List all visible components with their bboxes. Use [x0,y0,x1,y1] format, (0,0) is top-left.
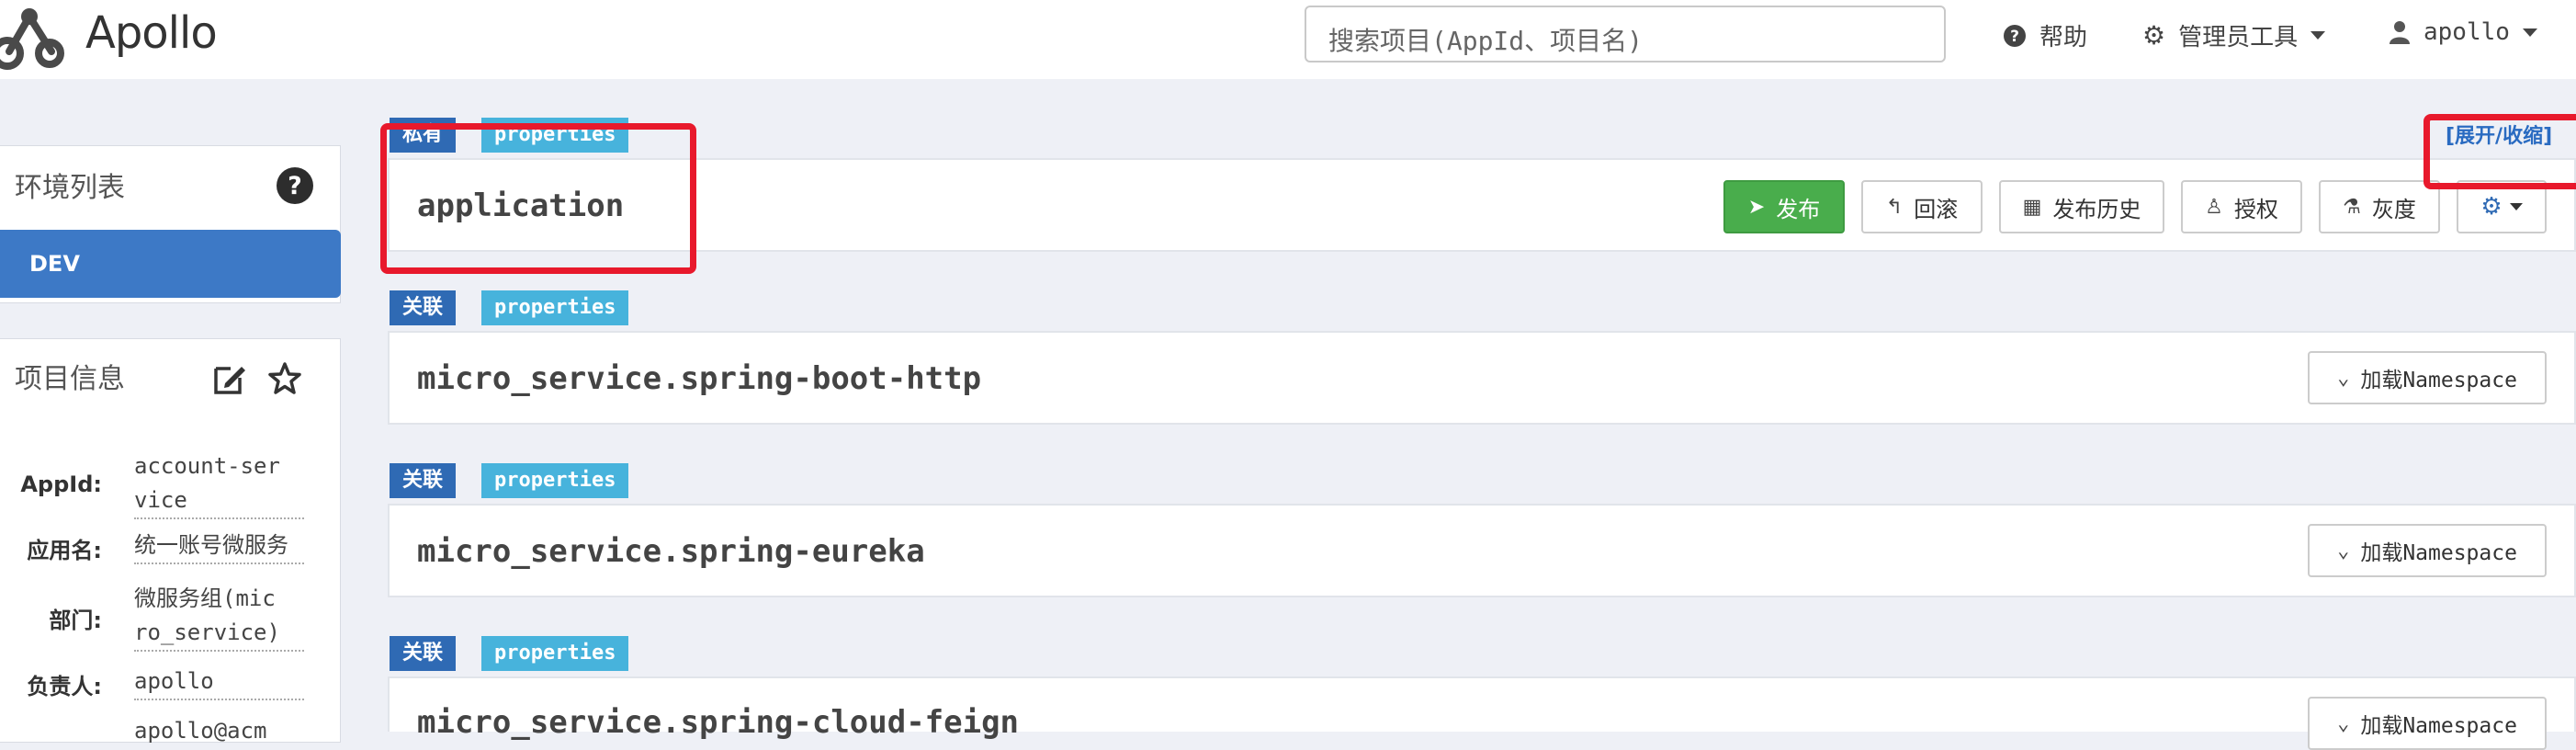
load-namespace-label: 加载Namespace [2360,714,2517,738]
app-logo-text[interactable]: Apollo [85,7,218,59]
gear-icon: ⚙ [2480,193,2503,221]
namespace-name: micro_service.spring-boot-http [417,360,982,397]
user-icon: ♙ [2205,195,2223,219]
env-list-title: 环境列表 [15,172,125,204]
help-icon[interactable]: ? [276,166,314,205]
namespace-card-application: application ➤ 发布 ↰ 回滚 ▦ 发布历史 ♙ 授权 ⚗ 灰度 ⚙ [388,158,2576,252]
edit-icon[interactable] [212,361,247,396]
info-value: apollo [134,665,304,700]
gray-release-button[interactable]: ⚗ 灰度 [2319,180,2440,233]
publish-button[interactable]: ➤ 发布 [1723,180,1845,233]
rollback-label: 回滚 [1914,196,1959,222]
authorize-button[interactable]: ♙ 授权 [2181,180,2302,233]
chevron-down-icon [2522,28,2537,37]
rollback-button[interactable]: ↰ 回滚 [1861,180,1983,233]
chevrons-down-icon: ⌄ [2337,539,2350,562]
help-icon: ? [2004,24,2026,47]
svg-text:?: ? [288,172,302,200]
load-namespace-button[interactable]: ⌄ 加载Namespace [2308,697,2547,750]
load-namespace-button[interactable]: ⌄ 加载Namespace [2308,524,2547,577]
chevron-down-icon [2310,31,2326,40]
user-name: apollo [2423,18,2510,46]
admin-tools-label: 管理员工具 [2178,24,2299,51]
info-key: 部门: [49,608,102,633]
rollback-icon: ↰ [1885,195,1904,219]
namespace-card-spring-cloud-feign: micro_service.spring-cloud-feign ⌄ 加载Nam… [388,676,2576,750]
format-tag: properties [481,636,629,671]
help-link[interactable]: ? 帮助 [2003,18,2087,52]
namespace-name: micro_service.spring-eureka [417,533,925,570]
send-icon: ➤ [1747,195,1766,219]
user-icon [2390,21,2410,44]
star-icon[interactable] [267,361,302,396]
info-key: 应用名: [27,538,102,563]
load-namespace-button[interactable]: ⌄ 加载Namespace [2308,351,2547,404]
chevrons-down-icon: ⌄ [2337,366,2350,390]
namespace-card-spring-eureka: micro_service.spring-eureka ⌄ 加载Namespac… [388,504,2576,597]
info-key: 负责人: [27,674,102,699]
chevron-down-icon [2509,203,2523,210]
help-label: 帮助 [2039,24,2088,51]
load-namespace-label: 加载Namespace [2360,369,2517,392]
format-tag: properties [481,290,629,325]
info-key: AppId: [20,472,102,497]
namespace-card-spring-boot-http: micro_service.spring-boot-http ⌄ 加载Names… [388,331,2576,425]
top-navbar: Apollo 搜索项目(AppId、项目名) ? 帮助 ⚙ 管理员工具 apol… [0,0,2576,79]
gray-label: 灰度 [2371,196,2416,222]
publish-history-button[interactable]: ▦ 发布历史 [1999,180,2164,233]
calendar-icon: ▦ [2022,195,2042,219]
format-tag: properties [481,463,629,498]
project-info-panel: 项目信息 AppId: account-ser vice 应用名: 统一账号微服… [0,338,341,744]
namespace-name: micro_service.spring-cloud-feign [417,704,1020,741]
project-info-title: 项目信息 [15,363,125,395]
load-namespace-label: 加载Namespace [2360,541,2517,565]
authorize-label: 授权 [2233,196,2278,222]
publish-history-label: 发布历史 [2052,196,2141,222]
scope-tag: 关联 [390,463,457,498]
gear-icon: ⚙ [2142,20,2166,51]
scope-tag: 关联 [390,636,457,671]
info-value: account-ser vice [134,449,304,519]
publish-label: 发布 [1776,196,1821,222]
scope-tag: 关联 [390,290,457,325]
search-placeholder: 搜索项目(AppId、项目名) [1328,26,1644,56]
highlight-box-expand-collapse [2423,114,2576,189]
info-value: 统一账号微服务 [134,528,304,564]
flask-icon: ⚗ [2343,195,2361,219]
env-item-label: DEV [29,251,80,277]
env-item-dev[interactable]: DEV [0,230,341,298]
info-value: 微服务组(mic ro_service) [134,582,304,652]
user-menu[interactable]: apollo [2389,18,2537,46]
admin-tools-menu[interactable]: ⚙ 管理员工具 [2142,18,2326,52]
apollo-logo-icon[interactable] [0,0,73,79]
svg-text:?: ? [2010,28,2019,46]
highlight-box-application [380,123,696,274]
search-input[interactable]: 搜索项目(AppId、项目名) [1305,6,1946,62]
